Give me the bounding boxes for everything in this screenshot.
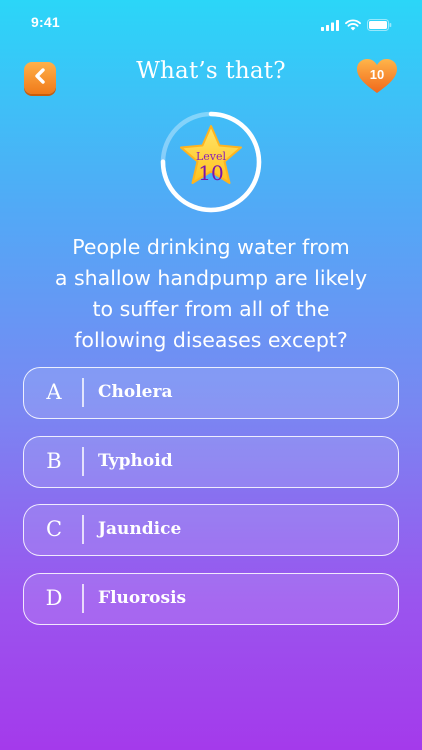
answer-letter: D — [45, 585, 63, 610]
signal-icon — [321, 16, 339, 35]
answer-letter: A — [46, 380, 62, 404]
answer-letter: C — [45, 517, 63, 541]
status-bar: 9:41 — [0, 0, 422, 44]
battery-icon — [367, 16, 392, 35]
status-time: 9:41 — [31, 14, 60, 30]
answer-divider — [82, 583, 84, 613]
level-progress-ring: Level 10 — [159, 110, 263, 214]
header: What’s that? 10 — [0, 56, 422, 96]
answer-list: A Cholera B Typhoid C Jaundice D Fluoros… — [23, 367, 399, 641]
answer-divider — [82, 378, 84, 407]
answer-divider — [82, 515, 84, 544]
answer-text: Typhoid — [98, 450, 173, 471]
answer-option-a[interactable]: A Cholera — [23, 367, 399, 419]
status-icons — [321, 16, 392, 35]
answer-text: Jaundice — [98, 519, 182, 539]
answer-text: Cholera — [98, 382, 173, 402]
wifi-icon — [345, 16, 361, 35]
answer-divider — [82, 446, 84, 476]
answer-letter: B — [46, 448, 62, 473]
level-number: 10 — [198, 161, 224, 185]
answer-option-c[interactable]: C Jaundice — [23, 504, 399, 556]
answer-option-b[interactable]: B Typhoid — [23, 435, 399, 488]
lives-count: 10 — [369, 67, 385, 82]
question-text: People drinking water from a shallow han… — [54, 235, 368, 352]
answer-option-d[interactable]: D Fluorosis — [23, 572, 399, 625]
lives-badge: 10 — [356, 58, 398, 98]
answer-text: Fluorosis — [98, 587, 187, 608]
